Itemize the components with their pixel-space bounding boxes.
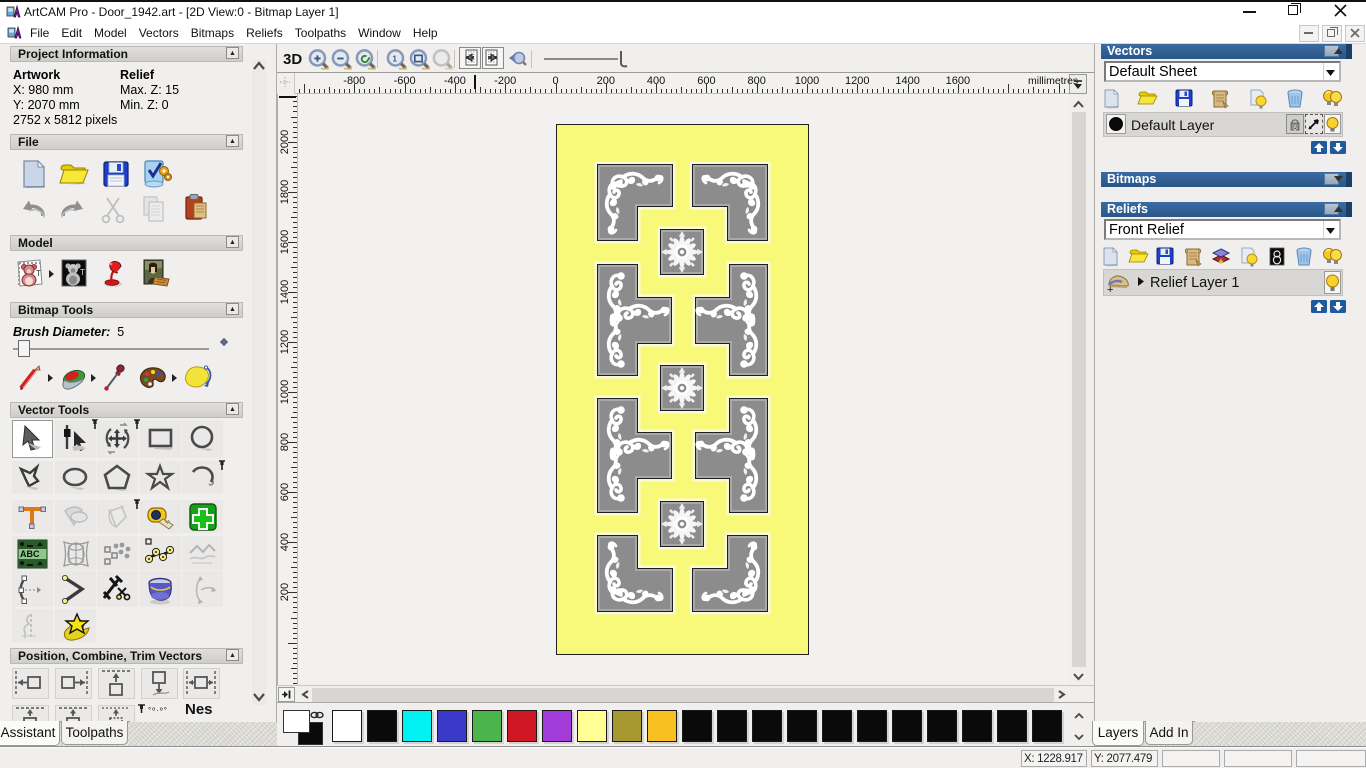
svg-text:ABC: ABC [20,549,40,559]
svg-text:T: T [80,268,85,277]
svg-text:+: + [1107,284,1113,296]
svg-text:T: T [36,269,41,278]
svg-text:1: 1 [392,54,397,64]
